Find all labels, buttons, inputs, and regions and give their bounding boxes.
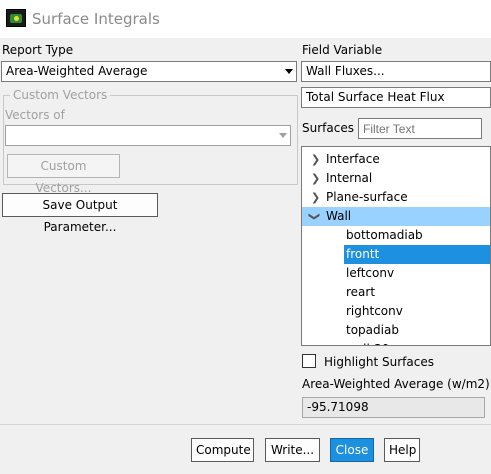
tree-item-topadiab[interactable]: topadiab <box>302 321 490 340</box>
vectors-of-dropdown[interactable] <box>5 125 291 146</box>
surfaces-tree[interactable]: ❯ Interface ❯ Internal ❯ Plane-surface ❯… <box>301 146 491 346</box>
report-type-dropdown[interactable]: Area-Weighted Average <box>1 61 297 82</box>
window-title: Surface Integrals <box>32 10 160 28</box>
chevron-right-icon[interactable]: ❯ <box>311 188 320 207</box>
tree-item-interface[interactable]: ❯ Interface <box>302 150 490 169</box>
chevron-right-icon[interactable]: ❯ <box>311 150 320 169</box>
surfaces-filter-input[interactable] <box>358 118 482 139</box>
surfaces-label: Surfaces <box>302 121 354 135</box>
tree-item-internal[interactable]: ❯ Internal <box>302 169 490 188</box>
chevron-right-icon[interactable]: ❯ <box>311 169 320 188</box>
ansys-fluent-icon <box>6 9 26 27</box>
field-variable-value: Total Surface Heat Flux <box>306 90 445 104</box>
report-type-value: Area-Weighted Average <box>6 64 148 78</box>
tree-item-bottomadiab[interactable]: bottomadiab <box>302 226 490 245</box>
chevron-down-icon <box>285 69 293 74</box>
title-bar: Surface Integrals <box>0 0 491 38</box>
tree-item-frontt[interactable]: frontt <box>302 245 490 264</box>
write-button[interactable]: Write... <box>265 438 320 462</box>
tree-item-leftconv[interactable]: leftconv <box>302 264 490 283</box>
field-variable-category-value: Wall Fluxes... <box>306 64 385 78</box>
highlight-surfaces-label: Highlight Surfaces <box>324 355 434 369</box>
tree-item-wall-30[interactable]: wall-30 <box>302 340 490 345</box>
tree-item-wall[interactable]: ❯ Wall <box>302 207 490 226</box>
field-variable-dropdown[interactable]: Total Surface Heat Flux <box>301 87 491 108</box>
report-type-label: Report Type <box>2 43 74 57</box>
tree-item-rightconv[interactable]: rightconv <box>302 302 490 321</box>
field-variable-label: Field Variable <box>302 43 383 57</box>
custom-vectors-legend: Custom Vectors <box>10 88 111 102</box>
result-label: Area-Weighted Average (w/m2) <box>302 377 490 391</box>
result-value: -95.71098 <box>307 400 369 414</box>
close-button[interactable]: Close <box>330 438 374 462</box>
chevron-down-icon <box>279 133 287 138</box>
result-value-field: -95.71098 <box>302 397 485 418</box>
tree-item-plane-surface[interactable]: ❯ Plane-surface <box>302 188 490 207</box>
highlight-surfaces-checkbox[interactable] <box>302 354 316 368</box>
save-output-parameter-button[interactable]: Save Output Parameter... <box>2 193 158 234</box>
help-button[interactable]: Help <box>384 438 420 462</box>
custom-vectors-button[interactable]: Custom Vectors... <box>7 154 120 195</box>
compute-button[interactable]: Compute <box>191 438 254 462</box>
footer-separator <box>0 424 491 425</box>
chevron-down-icon[interactable]: ❯ <box>305 212 324 221</box>
field-variable-category-dropdown[interactable]: Wall Fluxes... <box>301 61 491 82</box>
vectors-of-label: Vectors of <box>5 108 65 122</box>
tree-item-reart[interactable]: reart <box>302 283 490 302</box>
